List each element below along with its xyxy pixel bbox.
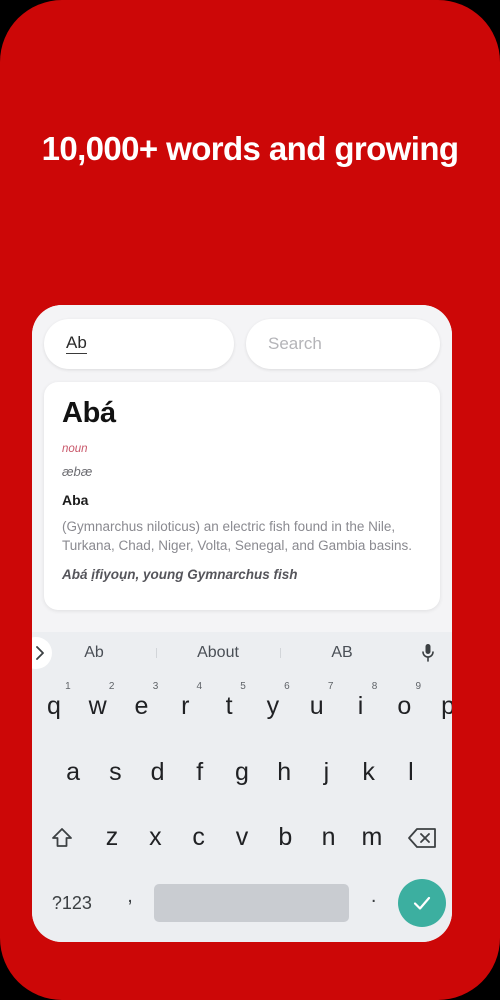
symbols-key[interactable]: ?123 bbox=[38, 893, 106, 914]
page-title: 10,000+ words and growing bbox=[41, 130, 459, 167]
keyboard-row-1: 1q 2w 3e 4r 5t 6y 7u 8i 9o 0p bbox=[32, 674, 452, 740]
key-y-label: y bbox=[266, 692, 280, 721]
entry-sense-label: Aba bbox=[62, 491, 89, 508]
key-u-label: u bbox=[309, 692, 324, 721]
shift-icon[interactable] bbox=[34, 805, 90, 871]
key-e[interactable]: 3e bbox=[120, 674, 164, 740]
dictionary-app: Ab Search Abá noun æbæ Aba (Gymnarchus n… bbox=[32, 305, 452, 632]
word-input-value: Ab bbox=[66, 333, 87, 355]
entry-part-of-speech: noun bbox=[62, 442, 88, 455]
key-w[interactable]: 2w bbox=[76, 674, 120, 740]
key-c[interactable]: c bbox=[177, 805, 220, 871]
key-z[interactable]: z bbox=[90, 805, 133, 871]
keyboard-row-3: z x c v b n m bbox=[32, 805, 452, 871]
suggestion-bar: Ab About AB bbox=[32, 632, 452, 674]
key-d[interactable]: d bbox=[136, 740, 178, 806]
phone-screen: Ab Search Abá noun æbæ Aba (Gymnarchus n… bbox=[32, 305, 452, 942]
input-row: Ab Search bbox=[44, 319, 440, 369]
key-f[interactable]: f bbox=[179, 740, 221, 806]
word-input[interactable]: Ab bbox=[44, 319, 234, 369]
key-y-number: 6 bbox=[284, 681, 290, 692]
key-o-number: 9 bbox=[415, 681, 422, 692]
suggestion-item-1[interactable]: About bbox=[156, 644, 280, 662]
space-key[interactable] bbox=[154, 884, 350, 923]
key-a[interactable]: a bbox=[52, 740, 94, 806]
key-w-number: 2 bbox=[108, 681, 115, 692]
key-p-label: p bbox=[441, 692, 452, 721]
key-r[interactable]: 4r bbox=[163, 674, 207, 740]
key-t-label: t bbox=[225, 692, 233, 721]
key-t-number: 5 bbox=[240, 681, 246, 692]
entry-pronunciation: æbæ bbox=[62, 463, 93, 479]
key-w-label: w bbox=[88, 692, 107, 721]
key-s[interactable]: s bbox=[94, 740, 136, 806]
promo-canvas: 10,000+ words and growing Ab Search Abá … bbox=[0, 0, 500, 1000]
key-r-label: r bbox=[181, 692, 190, 721]
key-n[interactable]: n bbox=[307, 805, 350, 871]
search-input[interactable]: Search bbox=[246, 319, 440, 369]
suggestion-item-2[interactable]: AB bbox=[280, 644, 404, 662]
key-r-number: 4 bbox=[196, 681, 203, 692]
key-o[interactable]: 9o bbox=[382, 674, 426, 740]
key-q[interactable]: 1q bbox=[32, 674, 76, 740]
key-i-label: i bbox=[357, 692, 364, 721]
key-e-number: 3 bbox=[152, 681, 159, 692]
key-k[interactable]: k bbox=[348, 740, 390, 806]
key-b[interactable]: b bbox=[264, 805, 307, 871]
search-input-placeholder: Search bbox=[268, 334, 322, 353]
key-u[interactable]: 7u bbox=[295, 674, 339, 740]
key-m[interactable]: m bbox=[350, 805, 393, 871]
entry-definition: (Gymnarchus niloticus) an electric fish … bbox=[62, 518, 412, 554]
keyboard-row-4: ?123 , . bbox=[32, 871, 452, 943]
period-key[interactable]: . bbox=[353, 885, 394, 922]
key-x[interactable]: x bbox=[134, 805, 177, 871]
key-i-number: 8 bbox=[371, 681, 378, 692]
key-l[interactable]: l bbox=[390, 740, 432, 806]
key-i[interactable]: 8i bbox=[339, 674, 383, 740]
check-icon[interactable] bbox=[398, 879, 446, 928]
key-u-number: 7 bbox=[327, 681, 334, 692]
key-v[interactable]: v bbox=[220, 805, 263, 871]
keyboard-row-2: a s d f g h j k l bbox=[32, 740, 452, 806]
key-p[interactable]: 0p bbox=[426, 674, 452, 740]
key-e-label: e bbox=[134, 692, 149, 721]
key-o-label: o bbox=[397, 692, 412, 721]
definition-card[interactable]: Abá noun æbæ Aba (Gymnarchus niloticus) … bbox=[44, 382, 440, 610]
entry-headword: Abá bbox=[62, 397, 116, 429]
key-t[interactable]: 5t bbox=[207, 674, 251, 740]
key-q-number: 1 bbox=[65, 681, 71, 692]
on-screen-keyboard: Ab About AB 1q 2w 3e 4r 5t 6y 7u 8 i 9 o… bbox=[32, 632, 452, 942]
key-q-label: q bbox=[46, 692, 61, 721]
key-j[interactable]: j bbox=[305, 740, 347, 806]
key-h[interactable]: h bbox=[263, 740, 305, 806]
entry-example: Abá ịfiyoụn, young Gymnarchus fish bbox=[62, 567, 298, 583]
microphone-icon[interactable] bbox=[404, 643, 452, 663]
key-g[interactable]: g bbox=[221, 740, 263, 806]
backspace-icon[interactable] bbox=[394, 805, 450, 871]
key-y[interactable]: 6y bbox=[251, 674, 295, 740]
comma-key[interactable]: , bbox=[110, 885, 151, 922]
suggestion-item-0[interactable]: Ab bbox=[32, 644, 156, 662]
